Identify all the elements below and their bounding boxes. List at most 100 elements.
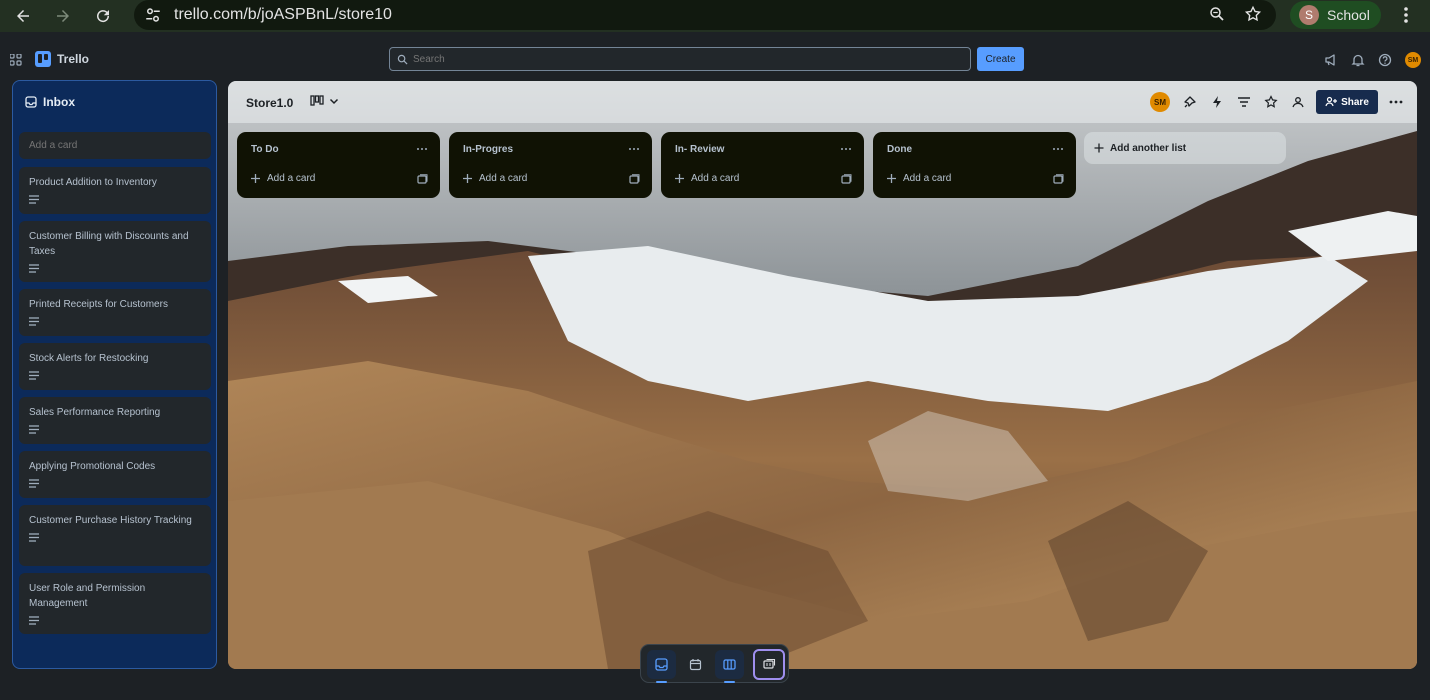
board-icon	[723, 659, 736, 670]
list-actions-icon[interactable]	[840, 146, 852, 152]
create-from-template-icon[interactable]	[629, 174, 640, 185]
list-done: Done Add a card	[873, 132, 1076, 198]
card-title: Sales Performance Reporting	[29, 407, 161, 418]
board-title[interactable]: Store1.0	[246, 96, 293, 110]
zoom-icon[interactable]	[1208, 5, 1226, 23]
create-from-template-icon[interactable]	[1053, 174, 1064, 185]
search-box[interactable]	[389, 47, 971, 71]
list-to-do: To Do Add a card	[237, 132, 440, 198]
card-title: Applying Promotional Codes	[29, 461, 156, 472]
search-input[interactable]	[413, 53, 913, 65]
board-toggle-button[interactable]	[715, 650, 744, 683]
forward-icon[interactable]	[52, 5, 74, 27]
chevron-down-icon[interactable]	[329, 96, 339, 106]
description-icon	[29, 371, 39, 380]
description-icon	[29, 479, 39, 488]
inbox-icon	[25, 96, 37, 108]
plus-icon	[251, 174, 260, 183]
search-icon	[397, 54, 408, 65]
view-switcher	[640, 644, 789, 683]
share-button[interactable]: Share	[1316, 90, 1378, 114]
filter-icon[interactable]	[1237, 95, 1251, 109]
browser-menu-icon[interactable]	[1398, 6, 1414, 24]
automation-icon[interactable]	[1210, 95, 1224, 109]
add-person-icon	[1325, 96, 1338, 107]
reload-icon[interactable]	[92, 5, 114, 27]
inbox-title: Inbox	[43, 95, 75, 109]
description-icon	[29, 264, 39, 273]
list-title[interactable]: To Do	[251, 144, 279, 155]
add-card-label: Add a card	[267, 173, 316, 184]
plus-icon	[675, 174, 684, 183]
calendar-icon	[689, 659, 702, 671]
megaphone-icon[interactable]	[1324, 53, 1338, 67]
profile-button[interactable]: S School	[1290, 1, 1381, 29]
workspace-visibility-icon[interactable]	[1291, 95, 1305, 109]
share-label: Share	[1341, 96, 1369, 108]
card-title: User Role and Permission Management	[29, 583, 146, 609]
inbox-card[interactable]: Printed Receipts for Customers	[19, 289, 211, 336]
profile-avatar: S	[1299, 5, 1319, 25]
board-member-avatar[interactable]: SM	[1150, 92, 1170, 112]
add-card-label: Add a card	[903, 173, 952, 184]
address-bar[interactable]: trello.com/b/joASPBnL/store10	[134, 0, 1276, 30]
site-settings-icon[interactable]	[144, 6, 162, 24]
add-card-button[interactable]: Add a card	[462, 173, 527, 184]
description-icon	[29, 317, 39, 326]
create-from-template-icon[interactable]	[417, 174, 428, 185]
inbox-toggle-button[interactable]	[647, 650, 676, 683]
list-title[interactable]: Done	[887, 144, 912, 155]
card-title: Printed Receipts for Customers	[29, 299, 168, 310]
app-switcher-icon[interactable]	[10, 54, 22, 66]
card-title: Stock Alerts for Restocking	[29, 353, 149, 364]
inbox-card[interactable]: Product Addition to Inventory	[19, 167, 211, 214]
star-icon[interactable]	[1264, 95, 1278, 109]
user-avatar[interactable]: SM	[1405, 52, 1421, 68]
url-text[interactable]: trello.com/b/joASPBnL/store10	[174, 6, 392, 24]
inbox-header: Inbox	[25, 95, 75, 109]
inbox-card[interactable]: User Role and Permission Management	[19, 573, 211, 634]
plus-icon	[887, 174, 896, 183]
board-view-icon[interactable]	[310, 95, 324, 107]
create-button[interactable]: Create	[977, 47, 1024, 71]
bookmark-star-icon[interactable]	[1244, 5, 1262, 23]
list-title[interactable]: In-Progres	[463, 144, 513, 155]
notifications-bell-icon[interactable]	[1351, 53, 1365, 67]
add-card-label: Add a card	[479, 173, 528, 184]
inbox-card[interactable]: Sales Performance Reporting	[19, 397, 211, 444]
trello-logo-icon	[35, 51, 51, 67]
more-icon[interactable]	[1388, 97, 1404, 107]
help-icon[interactable]	[1378, 53, 1392, 67]
list-actions-icon[interactable]	[416, 146, 428, 152]
active-indicator	[656, 681, 667, 683]
back-icon[interactable]	[12, 5, 34, 27]
inbox-card[interactable]: Applying Promotional Codes	[19, 451, 211, 498]
description-icon	[29, 195, 39, 204]
switch-boards-button[interactable]	[753, 649, 785, 680]
plus-icon	[463, 174, 472, 183]
browser-toolbar: trello.com/b/joASPBnL/store10 S School	[0, 0, 1430, 32]
list-actions-icon[interactable]	[1052, 146, 1064, 152]
board: Store1.0 SM Share To Do Add a card In-Pr…	[228, 81, 1417, 669]
list-title[interactable]: In- Review	[675, 144, 724, 155]
inbox-card[interactable]: Customer Billing with Discounts and Taxe…	[19, 221, 211, 282]
add-card-button[interactable]: Add a card	[250, 173, 315, 184]
add-card-label: Add a card	[691, 173, 740, 184]
inbox-add-card-input[interactable]	[19, 132, 211, 159]
profile-name: School	[1327, 7, 1370, 23]
description-icon	[29, 616, 39, 625]
list-actions-icon[interactable]	[628, 146, 640, 152]
add-card-button[interactable]: Add a card	[674, 173, 739, 184]
inbox-card[interactable]: Stock Alerts for Restocking	[19, 343, 211, 390]
trello-logo[interactable]: Trello	[35, 51, 89, 67]
power-ups-icon[interactable]	[1183, 95, 1197, 109]
add-list-label: Add another list	[1110, 142, 1187, 154]
add-another-list-button[interactable]: Add another list	[1084, 132, 1286, 164]
switch-boards-icon	[762, 658, 775, 669]
add-card-button[interactable]: Add a card	[886, 173, 951, 184]
create-from-template-icon[interactable]	[841, 174, 852, 185]
board-header: Store1.0 SM Share	[228, 81, 1417, 123]
inbox-icon	[655, 658, 668, 671]
inbox-card[interactable]: Customer Purchase History Tracking	[19, 505, 211, 566]
planner-toggle-button[interactable]	[681, 650, 710, 679]
